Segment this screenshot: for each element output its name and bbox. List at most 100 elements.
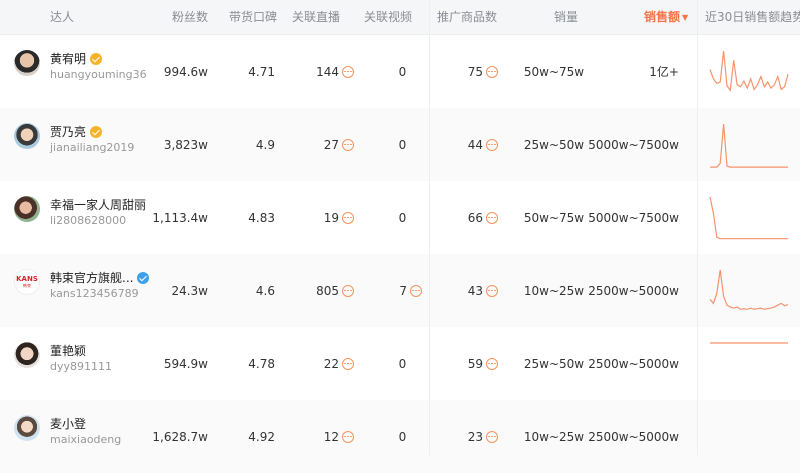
verified-gold-icon (90, 126, 103, 138)
sales-amount: 2500w~5000w (588, 429, 679, 444)
sales-trend-sparkline (710, 342, 788, 344)
more-icon[interactable] (342, 430, 354, 443)
more-icon[interactable] (486, 357, 498, 370)
sales-amount: 1亿+ (649, 65, 679, 79)
talent-name[interactable]: 麦小登 (50, 417, 86, 431)
sales-range: 50w~75w (523, 64, 585, 79)
col-header-talent: 达人 (50, 10, 75, 24)
table-row[interactable]: 贾乃亮 jianailiang2019 3,823w 4.9 27 0 44 2… (0, 108, 800, 181)
reputation-score: 4.92 (248, 429, 275, 444)
col-header-live[interactable]: 关联直播 (292, 0, 340, 34)
col-header-reputation[interactable]: 带货口碑 (229, 0, 277, 34)
verified-blue-icon (137, 272, 150, 284)
more-icon[interactable] (486, 65, 498, 78)
talent-handle: huangyouming36 (50, 68, 147, 81)
col-header-fans[interactable]: 粉丝数 (168, 0, 208, 34)
sales-range: 25w~50w (523, 356, 585, 371)
table-row[interactable]: 幸福一家人周甜丽 li2808628000 1,113.4w 4.83 19 0… (0, 181, 800, 254)
talent-handle: maixiaodeng (50, 433, 122, 446)
column-divider (429, 0, 430, 455)
live-count[interactable]: 22 (290, 327, 354, 400)
video-count: 0 (398, 356, 407, 371)
avatar[interactable] (14, 196, 40, 222)
product-count[interactable]: 75 (450, 35, 498, 108)
more-icon[interactable] (486, 138, 498, 151)
more-icon[interactable] (410, 284, 422, 297)
video-count: 0 (398, 210, 407, 225)
avatar[interactable] (14, 342, 40, 368)
more-icon[interactable] (342, 65, 354, 78)
talent-handle: li2808628000 (50, 214, 127, 227)
table-row[interactable]: 麦小登 maixiaodeng 1,628.7w 4.92 12 0 23 10… (0, 400, 800, 473)
avatar[interactable] (14, 123, 40, 149)
sort-desc-icon: ▼ (682, 13, 689, 22)
fans-count: 1,113.4w (152, 210, 208, 225)
sales-amount: 2500w~5000w (588, 356, 679, 371)
product-count[interactable]: 66 (450, 181, 498, 254)
sales-amount: 5000w~7500w (588, 137, 679, 152)
sales-trend-sparkline (709, 196, 788, 240)
sales-amount: 5000w~7500w (588, 210, 679, 225)
trend-line (710, 123, 788, 168)
talent-name[interactable]: 韩束官方旗舰... (50, 271, 150, 285)
sales-range: 25w~50w (523, 137, 585, 152)
product-count[interactable]: 23 (450, 400, 498, 473)
talent-name[interactable]: 贾乃亮 (50, 125, 103, 139)
talent-handle: kans123456789 (50, 287, 139, 300)
sales-trend-sparkline (709, 269, 789, 310)
video-count: 0 (398, 137, 407, 152)
col-header-sales[interactable]: 销量 (554, 0, 578, 34)
more-icon[interactable] (342, 138, 354, 151)
reputation-score: 4.83 (248, 210, 275, 225)
fans-count: 1,628.7w (152, 429, 208, 444)
product-count[interactable]: 43 (450, 254, 498, 327)
more-icon[interactable] (342, 211, 354, 224)
more-icon[interactable] (342, 357, 354, 370)
sales-range: 10w~25w (523, 429, 585, 444)
video-count: 0 (398, 64, 407, 79)
col-header-sales-amount[interactable]: 销售额 ▼ (644, 0, 688, 34)
sales-range: 50w~75w (523, 210, 585, 225)
reputation-score: 4.6 (255, 283, 275, 298)
fans-count: 594.9w (163, 356, 208, 371)
talent-name[interactable]: 幸福一家人周甜丽 (50, 198, 146, 212)
avatar[interactable] (14, 415, 40, 441)
trend-line (709, 269, 789, 310)
sales-range: 10w~25w (523, 283, 585, 298)
live-count[interactable]: 805 (290, 254, 354, 327)
sales-amount: 2500w~5000w (588, 283, 679, 298)
live-count[interactable]: 19 (290, 181, 354, 254)
fans-count: 994.6w (163, 64, 208, 79)
talent-name[interactable]: 黄宥明 (50, 52, 103, 66)
verified-gold-icon (90, 53, 103, 65)
sales-trend-sparkline (709, 50, 789, 93)
more-icon[interactable] (486, 430, 498, 443)
video-count[interactable]: 7 (380, 254, 422, 327)
reputation-score: 4.9 (255, 137, 275, 152)
col-header-video[interactable]: 关联视频 (364, 0, 412, 34)
more-icon[interactable] (342, 284, 354, 297)
trend-line (709, 196, 788, 240)
video-count: 0 (398, 429, 407, 444)
col-header-products[interactable]: 推广商品数 (437, 0, 497, 34)
live-count[interactable]: 144 (290, 35, 354, 108)
live-count[interactable]: 27 (290, 108, 354, 181)
column-divider (697, 0, 698, 455)
fans-count: 3,823w (163, 137, 208, 152)
product-count[interactable]: 44 (450, 108, 498, 181)
avatar[interactable] (14, 50, 40, 76)
live-count[interactable]: 12 (290, 400, 354, 473)
reputation-score: 4.71 (248, 64, 275, 79)
trend-line (709, 50, 789, 93)
table-row[interactable]: 黄宥明 huangyouming36 994.6w 4.71 144 0 75 … (0, 35, 800, 108)
reputation-score: 4.78 (248, 356, 275, 371)
talent-handle: dyy891111 (50, 360, 112, 373)
talent-handle: jianailiang2019 (50, 141, 135, 154)
talent-name[interactable]: 董艳颖 (50, 344, 86, 358)
product-count[interactable]: 59 (450, 327, 498, 400)
more-icon[interactable] (486, 284, 498, 297)
brand-logo-avatar[interactable]: KANS 韩束 (14, 269, 40, 295)
table-row[interactable]: 董艳颖 dyy891111 594.9w 4.78 22 0 59 25w~50… (0, 327, 800, 400)
more-icon[interactable] (486, 211, 498, 224)
table-row[interactable]: KANS 韩束 韩束官方旗舰... kans123456789 24.3w 4.6… (0, 254, 800, 327)
